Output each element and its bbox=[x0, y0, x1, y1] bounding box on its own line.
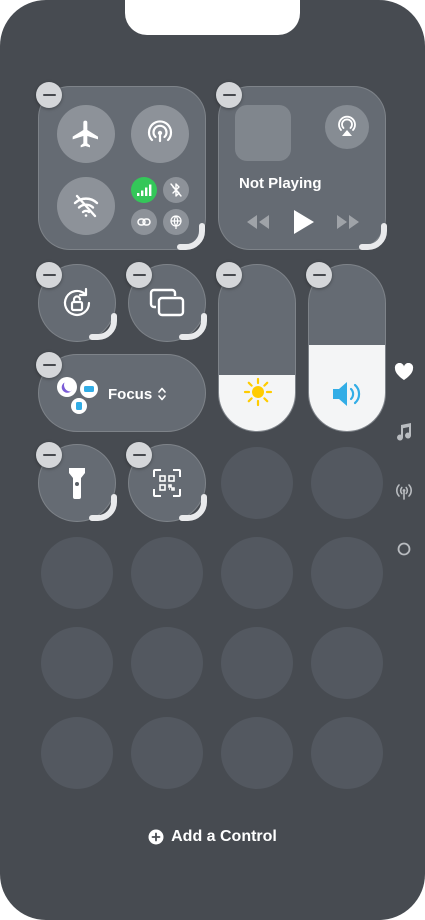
resize-handle-screen-mirroring[interactable] bbox=[178, 312, 208, 342]
resize-handle-now-playing[interactable] bbox=[358, 222, 388, 252]
empty-slot[interactable] bbox=[311, 537, 383, 609]
album-artwork bbox=[235, 105, 291, 161]
focus-module[interactable]: Focus bbox=[38, 354, 206, 432]
empty-slot[interactable] bbox=[41, 627, 113, 699]
device-notch bbox=[125, 0, 300, 35]
empty-slot[interactable] bbox=[41, 537, 113, 609]
playback-status: Not Playing bbox=[239, 175, 322, 192]
empty-slot[interactable] bbox=[311, 627, 383, 699]
remove-now-playing-button[interactable] bbox=[216, 82, 242, 108]
cellular-signal-icon bbox=[137, 184, 152, 196]
music-note-icon bbox=[397, 423, 412, 441]
empty-slot[interactable] bbox=[131, 717, 203, 789]
remove-connectivity-button[interactable] bbox=[36, 82, 62, 108]
page-favorites[interactable] bbox=[394, 362, 414, 382]
remove-volume-button[interactable] bbox=[306, 262, 332, 288]
personal-hotspot-button[interactable] bbox=[131, 209, 157, 235]
empty-slot[interactable] bbox=[41, 717, 113, 789]
empty-slot[interactable] bbox=[311, 717, 383, 789]
wifi-off-icon bbox=[73, 194, 99, 218]
plus-circle-icon bbox=[148, 829, 164, 845]
play-button[interactable] bbox=[291, 209, 315, 235]
play-icon bbox=[294, 210, 314, 234]
focus-modes-icon bbox=[57, 377, 98, 414]
bluetooth-off-icon bbox=[170, 183, 182, 197]
page-music[interactable] bbox=[394, 422, 414, 442]
speaker-icon bbox=[333, 382, 361, 406]
airdrop-icon bbox=[147, 120, 173, 143]
airplay-button[interactable] bbox=[325, 105, 369, 149]
circle-page-icon bbox=[397, 542, 411, 556]
empty-slot[interactable] bbox=[221, 537, 293, 609]
link-icon bbox=[137, 218, 151, 226]
heart-icon bbox=[394, 363, 414, 380]
brightness-slider[interactable] bbox=[218, 264, 296, 432]
control-center-edit-screen: Not Playing Focus Add a Control bbox=[0, 0, 425, 920]
flashlight-icon bbox=[69, 468, 85, 499]
airplay-audio-icon bbox=[338, 115, 356, 136]
empty-slot[interactable] bbox=[221, 717, 293, 789]
wifi-button[interactable] bbox=[57, 177, 115, 235]
remove-brightness-button[interactable] bbox=[216, 262, 242, 288]
cellular-button[interactable] bbox=[131, 177, 157, 203]
empty-slot[interactable] bbox=[221, 627, 293, 699]
resize-handle-code-scanner[interactable] bbox=[178, 493, 208, 523]
chevron-up-down-icon bbox=[158, 387, 166, 401]
remove-flashlight-button[interactable] bbox=[36, 442, 62, 468]
empty-slot[interactable] bbox=[311, 447, 383, 519]
add-control-label: Add a Control bbox=[171, 828, 277, 845]
remove-screen-mirroring-button[interactable] bbox=[126, 262, 152, 288]
antenna-icon bbox=[396, 484, 412, 500]
remove-code-scanner-button[interactable] bbox=[126, 442, 152, 468]
page-connectivity[interactable] bbox=[394, 481, 414, 501]
rewind-icon bbox=[247, 215, 269, 229]
bluetooth-button[interactable] bbox=[163, 177, 189, 203]
rewind-button[interactable] bbox=[245, 213, 271, 231]
sun-icon bbox=[243, 377, 273, 407]
volume-slider[interactable] bbox=[308, 264, 386, 432]
resize-handle-flashlight[interactable] bbox=[88, 493, 118, 523]
focus-label: Focus bbox=[108, 386, 153, 403]
resize-handle-connectivity[interactable] bbox=[176, 222, 206, 252]
empty-slot[interactable] bbox=[131, 537, 203, 609]
airdrop-button[interactable] bbox=[131, 105, 189, 163]
resize-handle-orientation-lock[interactable] bbox=[88, 312, 118, 342]
empty-slot[interactable] bbox=[221, 447, 293, 519]
remove-orientation-lock-button[interactable] bbox=[36, 262, 62, 288]
add-control-button[interactable]: Add a Control bbox=[0, 828, 425, 846]
empty-slot[interactable] bbox=[131, 627, 203, 699]
page-empty[interactable] bbox=[394, 539, 414, 559]
airplane-mode-button[interactable] bbox=[57, 105, 115, 163]
remove-focus-button[interactable] bbox=[36, 352, 62, 378]
airplane-icon bbox=[72, 120, 98, 148]
